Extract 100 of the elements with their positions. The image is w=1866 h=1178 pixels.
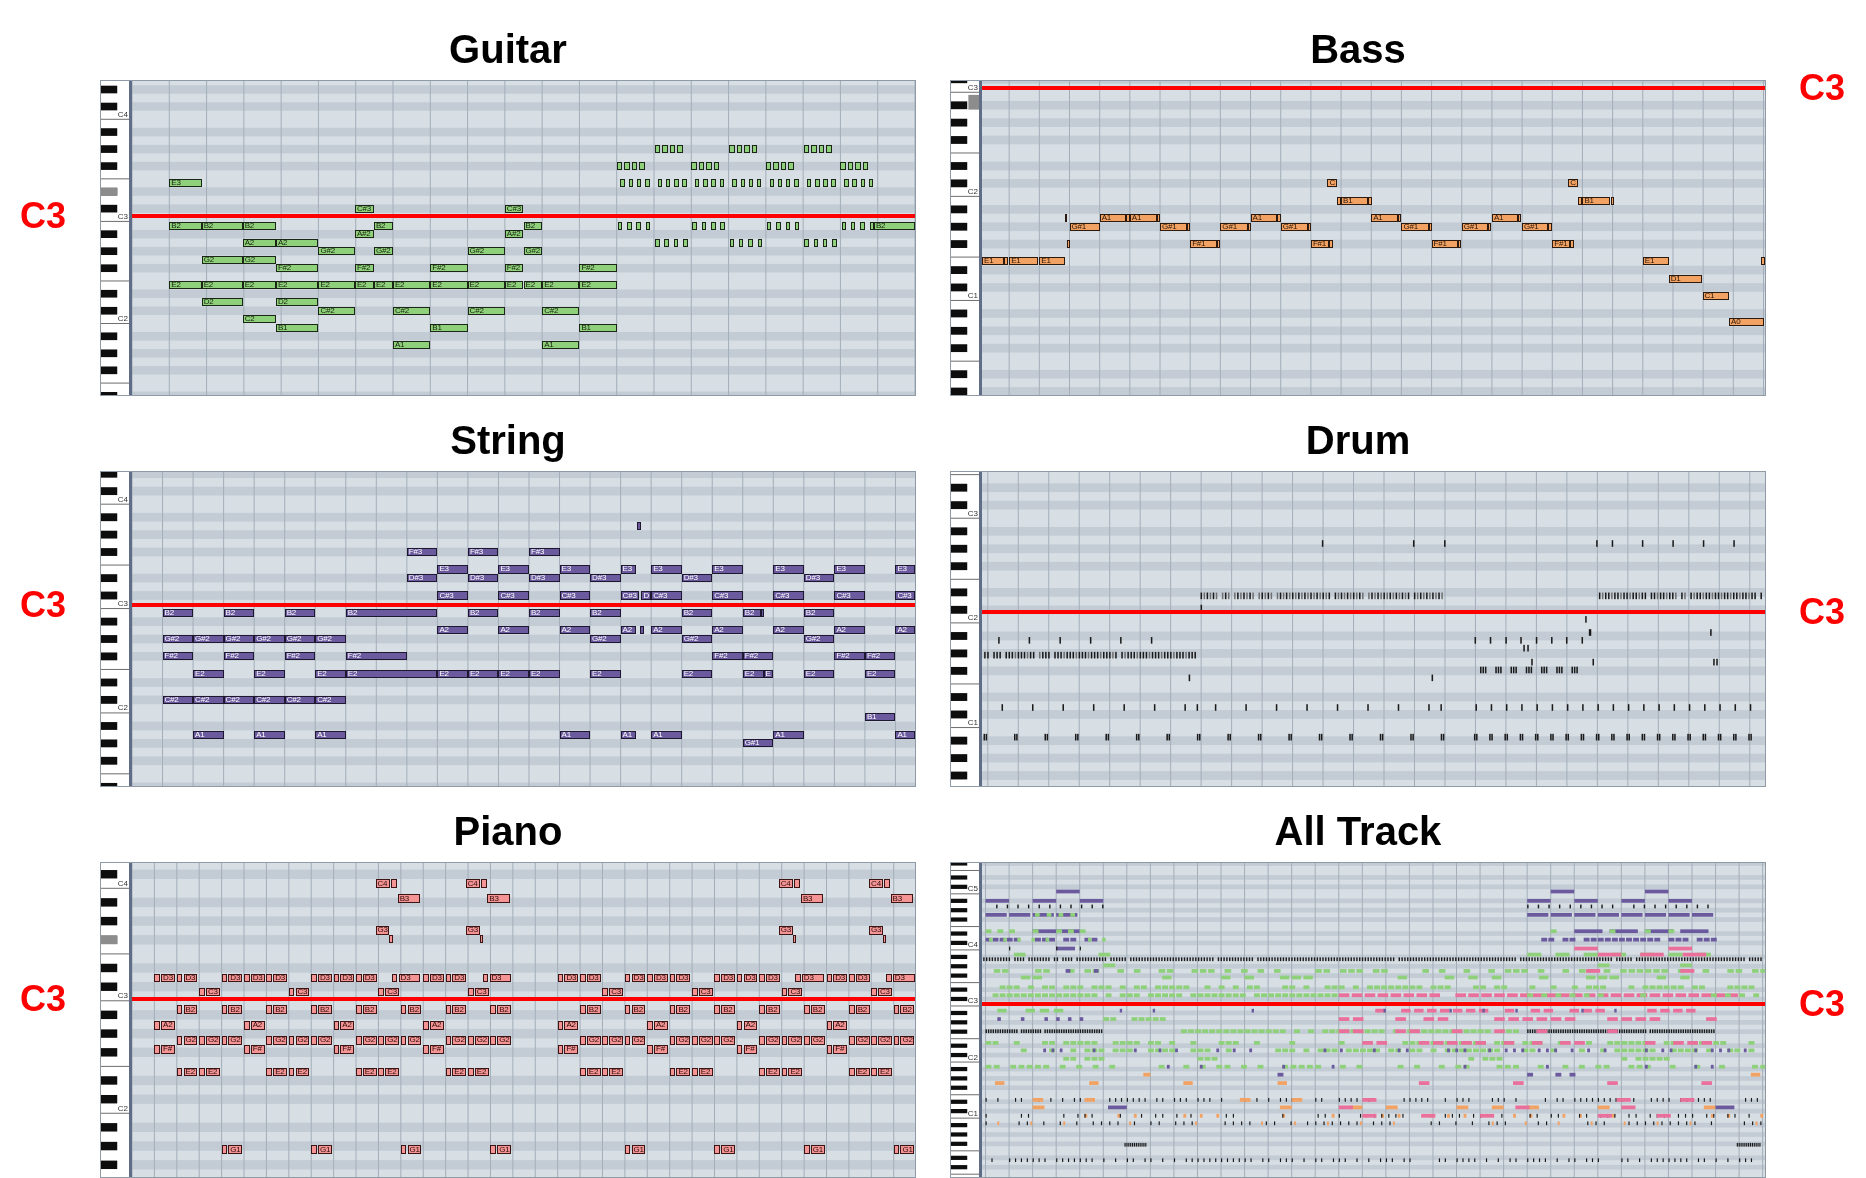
midi-note: A1 (1491, 213, 1518, 223)
midi-note: B2 (345, 608, 438, 617)
midi-note: F#2 (354, 264, 375, 273)
midi-note: C#2 (254, 695, 285, 704)
midi-note: F#2 (864, 652, 896, 661)
midi-note: E3 (895, 565, 915, 574)
midi-note: A1 (193, 730, 224, 739)
midi-note: E3 (773, 565, 804, 574)
midi-note: G2 (295, 1035, 310, 1045)
midi-note (221, 1005, 228, 1014)
midi-note: F#1 (1190, 240, 1218, 249)
midi-note: B2 (242, 221, 276, 230)
midi-note: C#3 (504, 204, 524, 213)
midi-note: F#2 (579, 264, 617, 273)
midi-note (781, 1067, 788, 1077)
midi-note: A2 (275, 238, 319, 247)
midi-note: D#3 (681, 574, 713, 583)
midi-note (848, 1035, 855, 1045)
midi-note: D3 (631, 973, 646, 983)
midi-note: B2 (407, 1005, 422, 1014)
octave-label: C2 (117, 704, 128, 713)
midi-note: D#3 (467, 574, 499, 583)
midi-note: A2 (498, 626, 529, 635)
midi-note (490, 1035, 497, 1045)
midi-note: G#2 (373, 247, 393, 256)
midi-note: E3 (834, 565, 865, 574)
midi-note: E2 (529, 669, 560, 678)
midi-note: E2 (523, 281, 543, 290)
midi-note: G#1 (1280, 222, 1308, 231)
midi-note: E2 (205, 1067, 220, 1077)
midi-note: B2 (742, 608, 762, 617)
midi-note: E2 (242, 281, 276, 290)
midi-note: E2 (878, 1067, 892, 1077)
midi-note: A1 (773, 730, 804, 739)
midi-note (154, 1044, 160, 1054)
midi-note: G1 (407, 1145, 422, 1155)
midi-note: E2 (295, 1067, 310, 1077)
midi-note (1337, 196, 1342, 205)
midi-note: G1 (900, 1145, 915, 1155)
midi-note (792, 934, 796, 944)
midi-note: F#1 (1310, 240, 1329, 249)
midi-note (736, 973, 743, 983)
midi-note: C#2 (542, 306, 580, 315)
midi-note (1428, 222, 1432, 231)
midi-note: A2 (564, 1020, 579, 1030)
midi-note: C3 (788, 987, 803, 997)
midi-note (400, 1005, 407, 1014)
midi-note: B2 (273, 1005, 287, 1014)
midi-note: D3 (743, 973, 758, 983)
midi-note (154, 1020, 160, 1030)
midi-note: B2 (183, 1005, 198, 1014)
midi-note (669, 1005, 676, 1014)
midi-note: G2 (242, 255, 276, 264)
midi-note (647, 1044, 653, 1054)
midi-note: E1 (1039, 257, 1066, 266)
midi-note: G2 (810, 1035, 825, 1045)
midi-note: G2 (273, 1035, 287, 1045)
octave-label: C1 (967, 291, 978, 300)
midi-note (637, 521, 642, 530)
midi-note: B2 (855, 1005, 870, 1014)
midi-note: G2 (721, 1035, 736, 1045)
octave-label: C3 (117, 212, 128, 221)
reference-label: C3 (20, 198, 67, 235)
midi-note: A1 (1371, 213, 1398, 223)
midi-note: A2 (895, 626, 915, 635)
midi-note: E2 (315, 669, 346, 678)
midi-note: G3 (465, 926, 480, 935)
midi-note: A1 (620, 730, 637, 739)
midi-note: G2 (631, 1035, 646, 1045)
midi-note (893, 1035, 900, 1045)
midi-note (311, 1005, 317, 1014)
midi-note: G2 (385, 1035, 400, 1045)
midi-note: G#2 (254, 634, 285, 644)
midi-note (759, 1035, 765, 1045)
midi-note: B2 (529, 608, 560, 617)
midi-note: A2 (429, 1020, 444, 1030)
reference-label: C3 (20, 587, 67, 624)
midi-note: C4 (375, 879, 390, 888)
midi-note (311, 1145, 317, 1155)
midi-note: A2 (340, 1020, 355, 1030)
midi-note (761, 608, 765, 617)
midi-note (692, 1035, 698, 1045)
midi-note: E2 (385, 1067, 400, 1077)
midi-note (221, 1035, 228, 1045)
midi-note: D#3 (406, 574, 438, 583)
midi-note: G1 (631, 1145, 646, 1155)
midi-note: C (1327, 179, 1338, 188)
midi-note (389, 934, 393, 944)
midi-note (176, 1005, 183, 1014)
midi-note: E2 (474, 1067, 489, 1077)
midi-note (848, 1005, 855, 1014)
octave-label: C3 (967, 997, 978, 1006)
midi-note: G#2 (318, 247, 355, 256)
midi-note (714, 973, 721, 983)
midi-note: B2 (467, 608, 499, 617)
midi-note: C#3 (437, 591, 468, 600)
midi-note (378, 1067, 385, 1077)
midi-note (848, 973, 855, 983)
midi-note (445, 1067, 452, 1077)
octave-label: C4 (117, 495, 128, 504)
